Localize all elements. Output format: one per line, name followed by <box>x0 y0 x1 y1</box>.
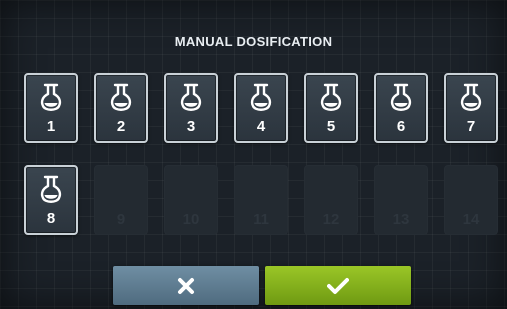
dosification-tile-11: 11 <box>234 165 288 235</box>
dosification-tile-1[interactable]: 1 <box>24 73 78 143</box>
dosification-tile-8[interactable]: 8 <box>24 165 78 235</box>
page-title: MANUAL DOSIFICATION <box>174 34 333 49</box>
dosification-grid: 1 2 3 4 5 6 7 8 9 10 11 12 13 14 <box>24 73 498 235</box>
tile-number: 3 <box>186 118 196 135</box>
tile-number: 4 <box>256 118 266 135</box>
tile-number: 6 <box>396 118 406 135</box>
dosification-tile-2[interactable]: 2 <box>94 73 148 143</box>
dosification-tile-10: 10 <box>164 165 218 235</box>
tile-number: 13 <box>392 211 410 228</box>
flask-icon <box>180 83 202 111</box>
checkmark-icon <box>327 277 349 294</box>
flask-icon <box>250 83 272 111</box>
manual-dosification-screen: MANUAL DOSIFICATION 1 2 3 4 5 6 7 8 9 10… <box>0 0 507 309</box>
dosification-tile-13: 13 <box>374 165 428 235</box>
dosification-tile-3[interactable]: 3 <box>164 73 218 143</box>
tile-number: 12 <box>322 211 340 228</box>
tile-number: 14 <box>462 211 480 228</box>
dosification-tile-4[interactable]: 4 <box>234 73 288 143</box>
tile-number: 7 <box>466 118 476 135</box>
flask-icon <box>40 175 62 203</box>
cancel-button[interactable] <box>113 266 259 305</box>
dosification-tile-9: 9 <box>94 165 148 235</box>
dosification-tile-6[interactable]: 6 <box>374 73 428 143</box>
flask-icon <box>460 83 482 111</box>
dosification-tile-12: 12 <box>304 165 358 235</box>
dosification-tile-7[interactable]: 7 <box>444 73 498 143</box>
tile-number: 2 <box>116 118 126 135</box>
tile-number: 11 <box>253 211 269 228</box>
tile-number: 9 <box>116 211 126 228</box>
close-icon <box>178 277 194 294</box>
tile-number: 5 <box>326 118 336 135</box>
dosification-tile-5[interactable]: 5 <box>304 73 358 143</box>
flask-icon <box>40 83 62 111</box>
tile-number: 1 <box>46 118 56 135</box>
flask-icon <box>110 83 132 111</box>
confirm-button[interactable] <box>265 266 411 305</box>
dosification-tile-14: 14 <box>444 165 498 235</box>
tile-number: 8 <box>46 210 56 227</box>
flask-icon <box>320 83 342 111</box>
flask-icon <box>390 83 412 111</box>
tile-number: 10 <box>182 211 200 228</box>
